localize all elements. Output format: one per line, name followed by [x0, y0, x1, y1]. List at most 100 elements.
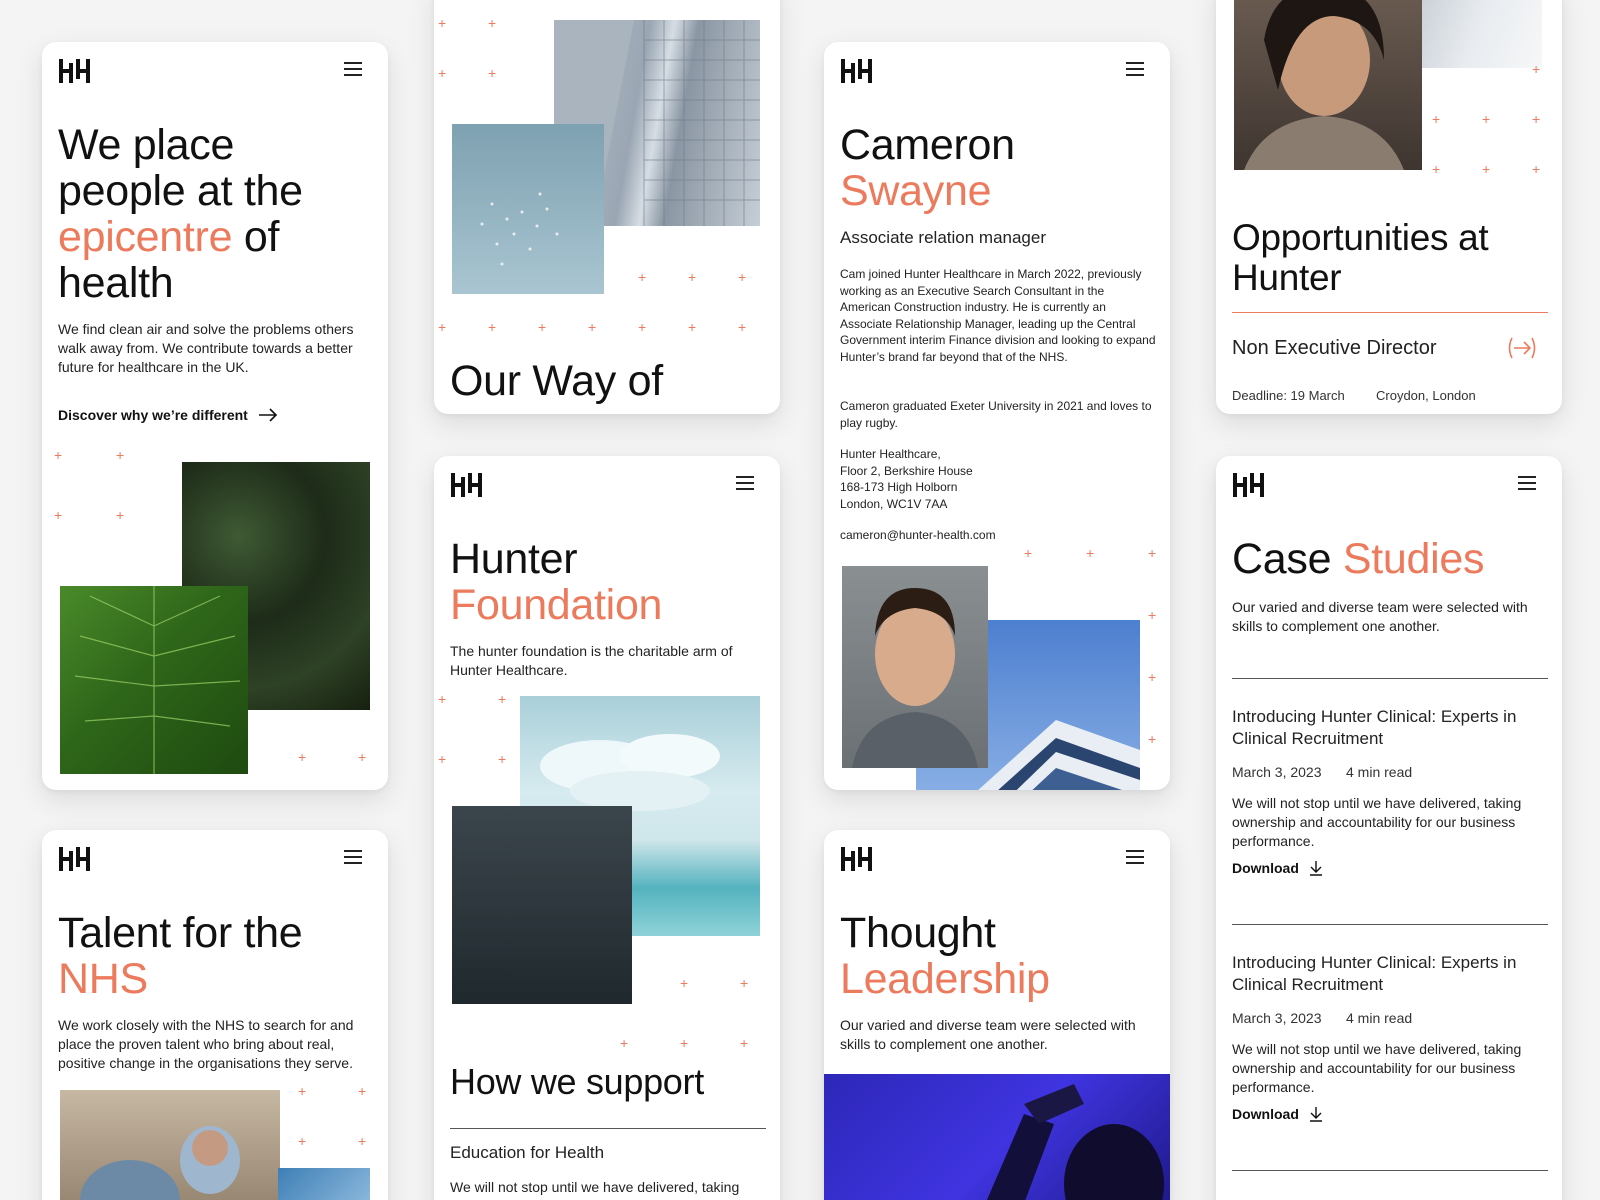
- opportunities-card: + + + + + + + Opportunities at Hunter No…: [1216, 0, 1562, 414]
- plus-decoration: +: [1482, 111, 1491, 127]
- plus-decoration: +: [358, 1133, 367, 1149]
- arrow-right-icon: [258, 408, 277, 422]
- hunter-logo-icon[interactable]: [450, 472, 484, 498]
- plus-decoration: +: [1148, 731, 1157, 747]
- plus-decoration: +: [488, 15, 497, 31]
- case-study-read-time: 4 min read: [1346, 764, 1413, 780]
- plus-decoration: +: [358, 1083, 367, 1099]
- divider: [1232, 924, 1548, 925]
- plus-decoration: +: [438, 15, 447, 31]
- ocean-image: [452, 806, 632, 1004]
- plus-decoration: +: [116, 447, 125, 463]
- plus-decoration: +: [298, 1133, 307, 1149]
- plus-decoration: +: [638, 319, 647, 335]
- plus-decoration: +: [1532, 161, 1541, 177]
- support-item-text: We will not stop until we have delivered…: [450, 1179, 740, 1195]
- plus-decoration: +: [688, 269, 697, 285]
- plus-decoration: +: [438, 691, 447, 707]
- talent-card: Talent for the NHS We work closely with …: [42, 830, 388, 1200]
- support-item-title[interactable]: Education for Health: [450, 1142, 604, 1164]
- plus-decoration: +: [1482, 161, 1491, 177]
- home-card: We place people at the epicentre of heal…: [42, 42, 388, 790]
- menu-icon[interactable]: [344, 850, 362, 866]
- page-title: Case Studies: [1232, 535, 1485, 583]
- hunter-logo-icon[interactable]: [58, 58, 92, 84]
- thought-intro: Our varied and diverse team were selecte…: [840, 1017, 1136, 1052]
- download-button[interactable]: Download: [1232, 1106, 1323, 1122]
- menu-icon[interactable]: [736, 476, 754, 492]
- page-title: Thought Leadership: [840, 909, 1050, 1003]
- download-button[interactable]: Download: [1232, 860, 1323, 876]
- foundation-card: Hunter Foundation The hunter foundation …: [434, 456, 780, 1200]
- menu-icon[interactable]: [1126, 850, 1144, 866]
- divider: [450, 1128, 766, 1129]
- profile-name: Cameron Swayne: [840, 121, 1015, 215]
- plus-decoration: +: [438, 751, 447, 767]
- plus-decoration: +: [738, 319, 747, 335]
- case-study-title[interactable]: Introducing Hunter Clinical: Experts in …: [1232, 706, 1546, 750]
- microscope-image: [824, 1074, 1170, 1200]
- plus-decoration: +: [54, 507, 63, 523]
- case-study-excerpt: We will not stop until we have delivered…: [1232, 1041, 1522, 1095]
- case-study-title[interactable]: Introducing Hunter Clinical: Experts in …: [1232, 952, 1546, 996]
- case-study-date: March 3, 2023: [1232, 1010, 1322, 1026]
- plus-decoration: +: [538, 319, 547, 335]
- plus-decoration: +: [680, 1035, 689, 1051]
- plus-decoration: +: [738, 269, 747, 285]
- menu-icon[interactable]: [1126, 62, 1144, 78]
- plus-decoration: +: [498, 691, 507, 707]
- plus-decoration: +: [1148, 545, 1157, 561]
- thought-leadership-card: Thought Leadership Our varied and divers…: [824, 830, 1170, 1200]
- case-studies-intro: Our varied and diverse team were selecte…: [1232, 599, 1528, 634]
- menu-icon[interactable]: [1518, 476, 1536, 492]
- job-deadline: Deadline: 19 March: [1232, 388, 1345, 403]
- download-icon: [1309, 1107, 1322, 1122]
- section-title: How we support: [450, 1061, 704, 1102]
- woman-portrait-image: [1234, 0, 1422, 170]
- hunter-logo-icon[interactable]: [840, 58, 874, 84]
- plus-decoration: +: [1432, 161, 1441, 177]
- job-title-link[interactable]: Non Executive Director: [1232, 336, 1437, 360]
- plus-decoration: +: [298, 749, 307, 765]
- menu-icon[interactable]: [344, 62, 362, 78]
- plus-decoration: +: [438, 65, 447, 81]
- download-icon: [1309, 861, 1322, 876]
- circle-arrow-right-icon[interactable]: [1506, 336, 1538, 360]
- discover-link[interactable]: Discover why we’re different: [58, 407, 278, 423]
- plus-decoration: +: [740, 1035, 749, 1051]
- profile-email[interactable]: cameron@hunter-health.com: [840, 526, 996, 545]
- intro-text: We find clean air and solve the problems…: [58, 321, 354, 375]
- plus-decoration: +: [1532, 61, 1541, 77]
- birds-sky-image: [452, 124, 604, 294]
- plus-decoration: +: [1532, 111, 1541, 127]
- plus-decoration: +: [116, 507, 125, 523]
- hunter-logo-icon[interactable]: [1232, 472, 1266, 498]
- profile-bio: Cam joined Hunter Healthcare in March 20…: [840, 267, 1156, 364]
- plus-decoration: +: [740, 975, 749, 991]
- hunter-logo-icon[interactable]: [840, 846, 874, 872]
- plus-decoration: +: [488, 319, 497, 335]
- hunter-logo-icon[interactable]: [58, 846, 92, 872]
- page-title: We place people at the epicentre of heal…: [58, 121, 303, 307]
- plus-decoration: +: [688, 319, 697, 335]
- profile-card: Cameron Swayne Associate relation manage…: [824, 42, 1170, 790]
- case-studies-card: Case Studies Our varied and diverse team…: [1216, 456, 1562, 1200]
- case-study-excerpt: We will not stop until we have delivered…: [1232, 795, 1522, 849]
- foundation-intro: The hunter foundation is the charitable …: [450, 643, 733, 678]
- page-title: Hunter Foundation: [450, 535, 663, 629]
- surgeons-image: [60, 1090, 280, 1200]
- plus-decoration: +: [438, 319, 447, 335]
- portrait-image: [842, 566, 988, 768]
- plus-decoration: +: [620, 1035, 629, 1051]
- plus-decoration: +: [54, 447, 63, 463]
- plus-decoration: +: [1086, 545, 1095, 561]
- talent-intro: We work closely with the NHS to search f…: [58, 1017, 354, 1071]
- plus-decoration: +: [1024, 545, 1033, 561]
- profile-address: Hunter Healthcare, Floor 2, Berkshire Hou…: [840, 447, 973, 511]
- plus-decoration: +: [358, 749, 367, 765]
- section-title: Our Way of: [450, 357, 663, 405]
- our-way-card: + + + + + + + + + + + + + + Our Way of: [434, 0, 780, 414]
- plus-decoration: +: [1432, 111, 1441, 127]
- building-facade-image: [1416, 0, 1542, 68]
- job-location: Croydon, London: [1376, 388, 1476, 403]
